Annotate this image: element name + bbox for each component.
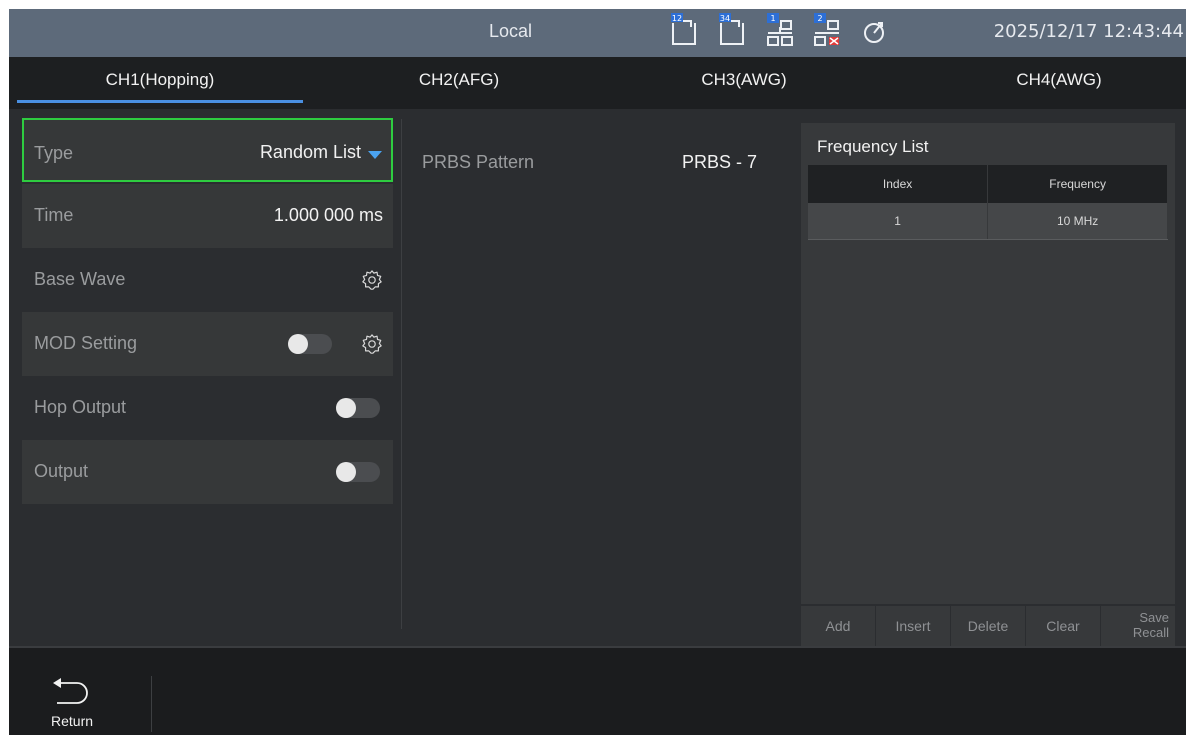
type-value: Random List: [259, 142, 361, 162]
toggle-knob: [288, 334, 308, 354]
network-1-icon[interactable]: 1: [765, 11, 795, 49]
status-bar: Local 12 34 1 2 2025/12/17 12:43:44: [9, 9, 1186, 57]
prbs-pattern-label: PRBS Pattern: [422, 152, 535, 172]
hop-output-label: Hop Output: [34, 397, 127, 417]
tab-ch4[interactable]: CH4(AWG): [929, 57, 1186, 109]
timer-icon[interactable]: [860, 11, 890, 49]
active-tab-indicator: [17, 100, 303, 103]
return-button[interactable]: Return: [29, 656, 129, 735]
datetime-display: 2025/12/17 12:43:44: [993, 21, 1184, 42]
svg-text:12: 12: [672, 14, 682, 23]
frequency-cell[interactable]: 10 MHz: [987, 203, 1168, 240]
return-label: Return: [51, 713, 94, 729]
save-recall-line1: Save: [1139, 610, 1169, 625]
svg-text:34: 34: [720, 14, 730, 23]
clear-button[interactable]: Clear: [1026, 606, 1100, 646]
frequency-list-panel: Frequency List Index Frequency 1 10 MHz: [801, 123, 1175, 604]
insert-button[interactable]: Insert: [876, 606, 950, 646]
svg-text:2: 2: [817, 14, 822, 23]
frequency-table: Index Frequency 1 10 MHz: [808, 165, 1168, 240]
return-icon: [53, 678, 88, 704]
save-recall-line2: Recall: [1132, 625, 1169, 640]
mod-setting[interactable]: MOD Setting: [22, 312, 393, 376]
usb-12-icon[interactable]: 12: [669, 11, 699, 49]
index-cell: 1: [808, 203, 989, 240]
tab-ch2[interactable]: CH2(AFG): [349, 57, 569, 109]
tab-label: CH2(AFG): [418, 70, 500, 89]
tab-label: CH3(AWG): [701, 70, 787, 89]
type-label: Type: [34, 143, 74, 163]
network-2-disconnected-icon[interactable]: 2: [812, 11, 842, 49]
type-setting[interactable]: Type Random List: [22, 118, 393, 182]
base-wave-label: Base Wave: [34, 269, 126, 289]
tab-ch1[interactable]: CH1(Hopping): [17, 57, 303, 109]
usb-34-icon[interactable]: 34: [717, 11, 747, 49]
svg-text:1: 1: [770, 14, 775, 23]
mod-setting-label: MOD Setting: [34, 333, 138, 353]
time-label: Time: [34, 205, 74, 225]
hop-output-setting[interactable]: Hop Output: [22, 376, 393, 440]
hopping-settings-panel: Type Random List Time 1.000 000 ms Base …: [9, 109, 1186, 646]
mod-setting-toggle[interactable]: [288, 334, 332, 354]
time-value: 1.000 000 ms: [273, 205, 383, 225]
output-toggle[interactable]: [336, 462, 380, 482]
screen: Local 12 34 1 2 2025/12/17 12:43:44 CH1(…: [9, 9, 1186, 735]
gear-icon[interactable]: [361, 269, 383, 291]
output-setting[interactable]: Output: [22, 440, 393, 504]
bottom-bar: Return: [9, 648, 1186, 735]
base-wave-setting[interactable]: Base Wave: [22, 248, 393, 312]
tab-ch3[interactable]: CH3(AWG): [629, 57, 859, 109]
tab-label: CH1(Hopping): [105, 70, 215, 89]
bottom-divider: [151, 676, 152, 732]
frequency-list-buttons: Add Insert Delete Clear Save Recall: [801, 606, 1175, 646]
column-header-frequency: Frequency: [987, 165, 1168, 203]
column-divider: [401, 119, 402, 629]
hop-output-toggle[interactable]: [336, 398, 380, 418]
output-label: Output: [34, 461, 89, 481]
gear-icon[interactable]: [361, 333, 383, 355]
toggle-knob: [336, 398, 356, 418]
channel-tabs: CH1(Hopping) CH2(AFG) CH3(AWG) CH4(AWG): [9, 57, 1186, 109]
tab-label: CH4(AWG): [1016, 70, 1102, 89]
toggle-knob: [336, 462, 356, 482]
frequency-list-title: Frequency List: [817, 137, 929, 156]
save-recall-button[interactable]: Save Recall: [1101, 606, 1175, 646]
add-button[interactable]: Add: [801, 606, 875, 646]
table-row[interactable]: 1 10 MHz: [808, 203, 1168, 240]
dropdown-arrow-icon: [368, 151, 382, 159]
delete-button[interactable]: Delete: [951, 606, 1025, 646]
remote-mode-label: Local: [489, 21, 533, 41]
prbs-pattern-value[interactable]: PRBS - 7: [682, 152, 757, 173]
table-header-row: Index Frequency: [808, 165, 1168, 203]
column-header-index: Index: [808, 165, 989, 203]
time-setting[interactable]: Time 1.000 000 ms: [22, 184, 393, 248]
